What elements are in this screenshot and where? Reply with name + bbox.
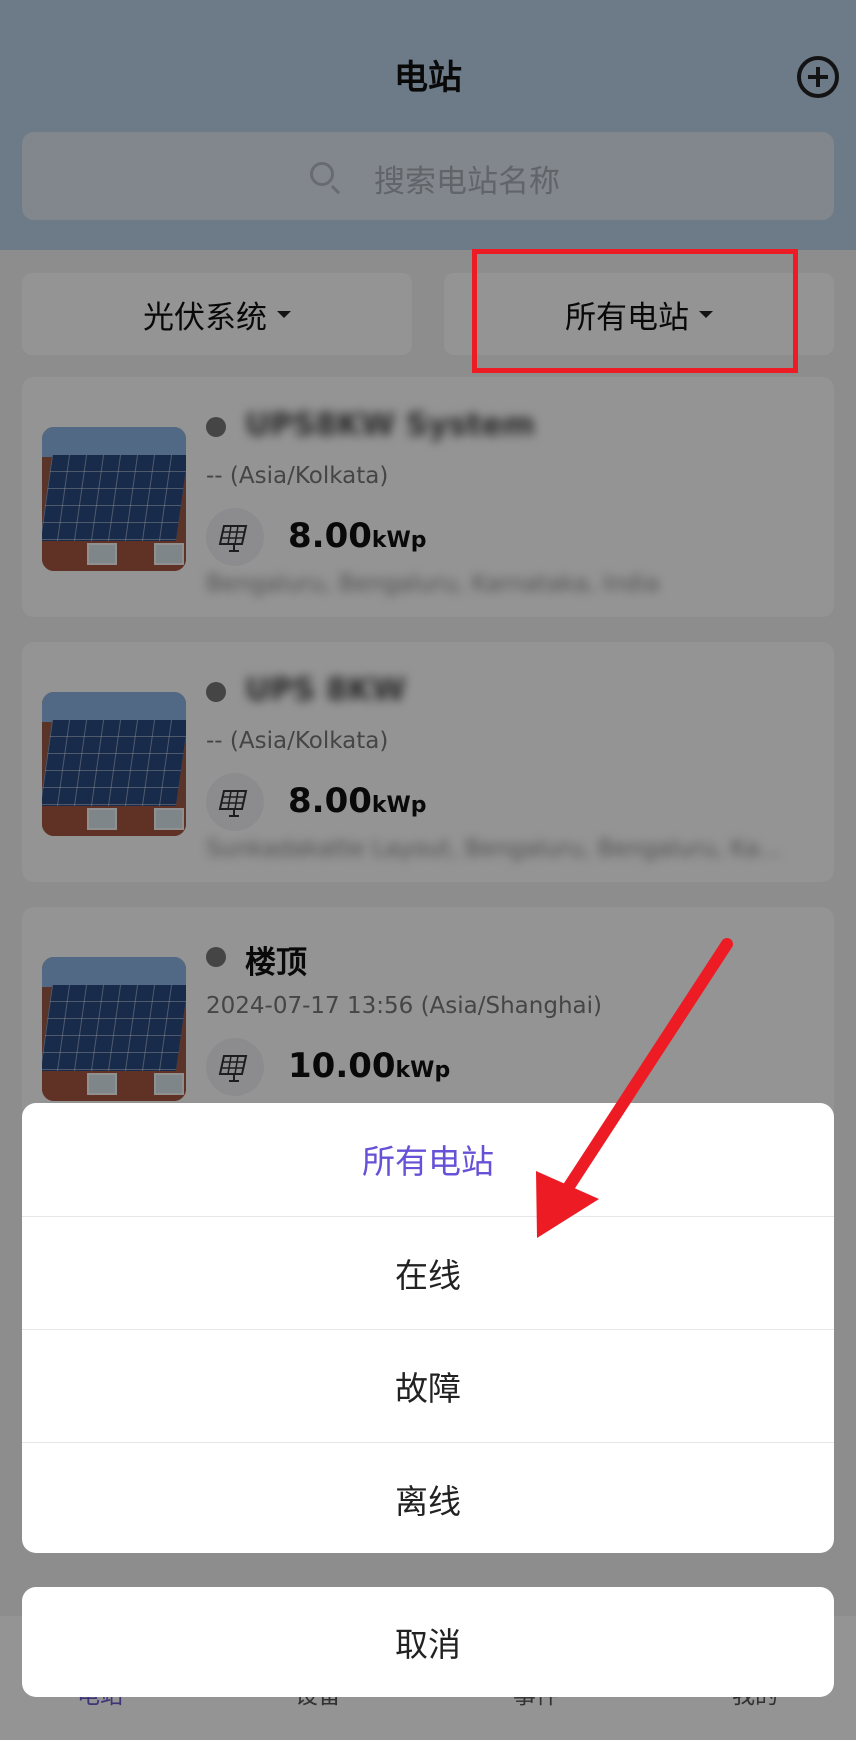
pointer-arrow-icon (536, 938, 733, 1238)
